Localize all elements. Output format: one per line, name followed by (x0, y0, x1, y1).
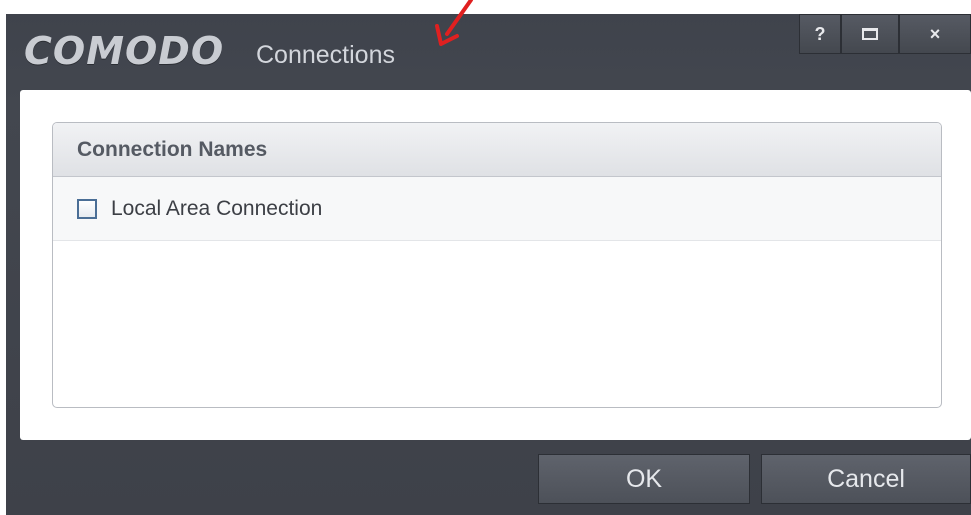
content-area: Connection Names Local Area Connection (20, 90, 971, 440)
ok-button[interactable]: OK (538, 454, 750, 504)
comodo-logo: COMODO (24, 29, 225, 73)
close-button[interactable]: × (899, 14, 971, 54)
connection-list: Connection Names Local Area Connection (52, 122, 942, 408)
cancel-button[interactable]: Cancel (761, 454, 971, 504)
connections-dialog: COMODO Connections ? × Connection Names … (6, 14, 971, 515)
annotation-arrow-icon (435, 0, 473, 46)
window-controls: ? × (799, 14, 971, 54)
help-button[interactable]: ? (799, 14, 841, 54)
maximize-button[interactable] (841, 14, 899, 54)
maximize-icon (862, 28, 878, 40)
list-item-label: Local Area Connection (111, 196, 323, 220)
column-header-connection-names: Connection Names (53, 123, 941, 177)
window-title: Connections (256, 41, 395, 69)
title-bar[interactable]: COMODO Connections ? × (6, 14, 971, 90)
local-area-connection-checkbox[interactable] (77, 198, 97, 219)
list-item[interactable]: Local Area Connection (53, 177, 941, 241)
